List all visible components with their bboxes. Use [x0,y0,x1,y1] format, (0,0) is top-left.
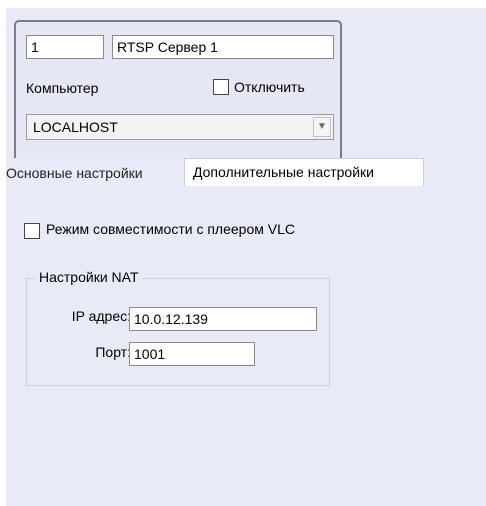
vlc-compat-checkbox[interactable] [24,223,40,239]
nat-settings-group: Настройки NAT IP адрес: 10.0.12.139 Порт… [26,269,330,386]
chevron-down-icon[interactable]: ▼ [313,117,331,137]
computer-select[interactable]: LOCALHOST ▼ [26,114,334,140]
tab-main-settings[interactable]: Основные настройки [0,160,149,186]
tabs-bar: Основные настройки Дополнительные настро… [6,158,486,186]
object-box: 1 RTSP Сервер 1 Компьютер Отключить LOCA… [14,20,342,163]
ip-address-field[interactable]: 10.0.12.139 [129,307,317,331]
vlc-compat-label[interactable]: Режим совместимости с плеером VLC [46,221,295,237]
object-header-panel: 1 RTSP Сервер 1 Компьютер Отключить LOCA… [6,8,486,163]
object-id-field[interactable]: 1 [26,35,104,59]
ip-address-label: IP адрес: [71,308,131,324]
port-label: Порт: [95,344,131,360]
nat-group-title: Настройки NAT [35,269,143,285]
disable-checkbox[interactable] [213,79,229,95]
settings-window: 1 RTSP Сервер 1 Компьютер Отключить LOCA… [0,0,486,506]
port-field[interactable]: 1001 [129,342,255,366]
additional-settings-panel: Режим совместимости с плеером VLC Настро… [6,186,486,506]
object-name-field[interactable]: RTSP Сервер 1 [112,35,334,59]
disable-label[interactable]: Отключить [234,79,305,95]
computer-select-value: LOCALHOST [33,119,118,135]
computer-label: Компьютер [26,80,99,96]
tab-additional-settings[interactable]: Дополнительные настройки [184,158,424,186]
